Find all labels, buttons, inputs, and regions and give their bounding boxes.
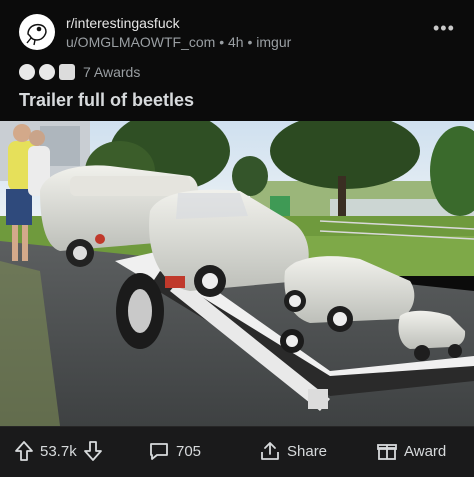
awards-count: 7 Awards [83, 64, 141, 80]
comments-count: 705 [176, 442, 202, 460]
wholesome-award-icon [39, 64, 55, 80]
beetle-trailer-photo [0, 121, 474, 426]
share-button[interactable]: Share [259, 439, 327, 463]
post-header: r/interestingasfuck u/OMGLMAOWTF_com • 4… [0, 0, 474, 118]
post-title[interactable]: Trailer full of beetles [19, 90, 194, 111]
helpful-award-icon [59, 64, 75, 80]
upvote-arrow-icon[interactable] [14, 440, 34, 462]
vote-score: 53.7k [40, 442, 77, 460]
post-card: r/interestingasfuck u/OMGLMAOWTF_com • 4… [0, 0, 474, 477]
comments-button[interactable]: 705 [148, 439, 201, 463]
more-options-icon[interactable]: ••• [433, 18, 455, 39]
post-meta[interactable]: u/OMGLMAOWTF_com • 4h • imgur [66, 34, 291, 50]
post-image[interactable] [0, 121, 474, 426]
subreddit-logo-icon [20, 15, 54, 49]
subreddit-avatar[interactable] [19, 14, 55, 50]
awards-row[interactable]: 7 Awards [19, 62, 140, 82]
silver-award-icon [19, 64, 35, 80]
award-button[interactable]: Award [376, 439, 446, 463]
action-bar: 53.7k 705 Share Award [0, 426, 474, 477]
subreddit-name[interactable]: r/interestingasfuck [66, 15, 180, 31]
share-icon [261, 442, 279, 460]
award-label: Award [404, 442, 447, 460]
comment-bubble-icon [150, 443, 168, 460]
downvote-arrow-icon[interactable] [83, 440, 103, 462]
vote-group: 53.7k [14, 439, 103, 463]
gift-award-icon [377, 444, 397, 460]
share-label: Share [287, 442, 328, 460]
